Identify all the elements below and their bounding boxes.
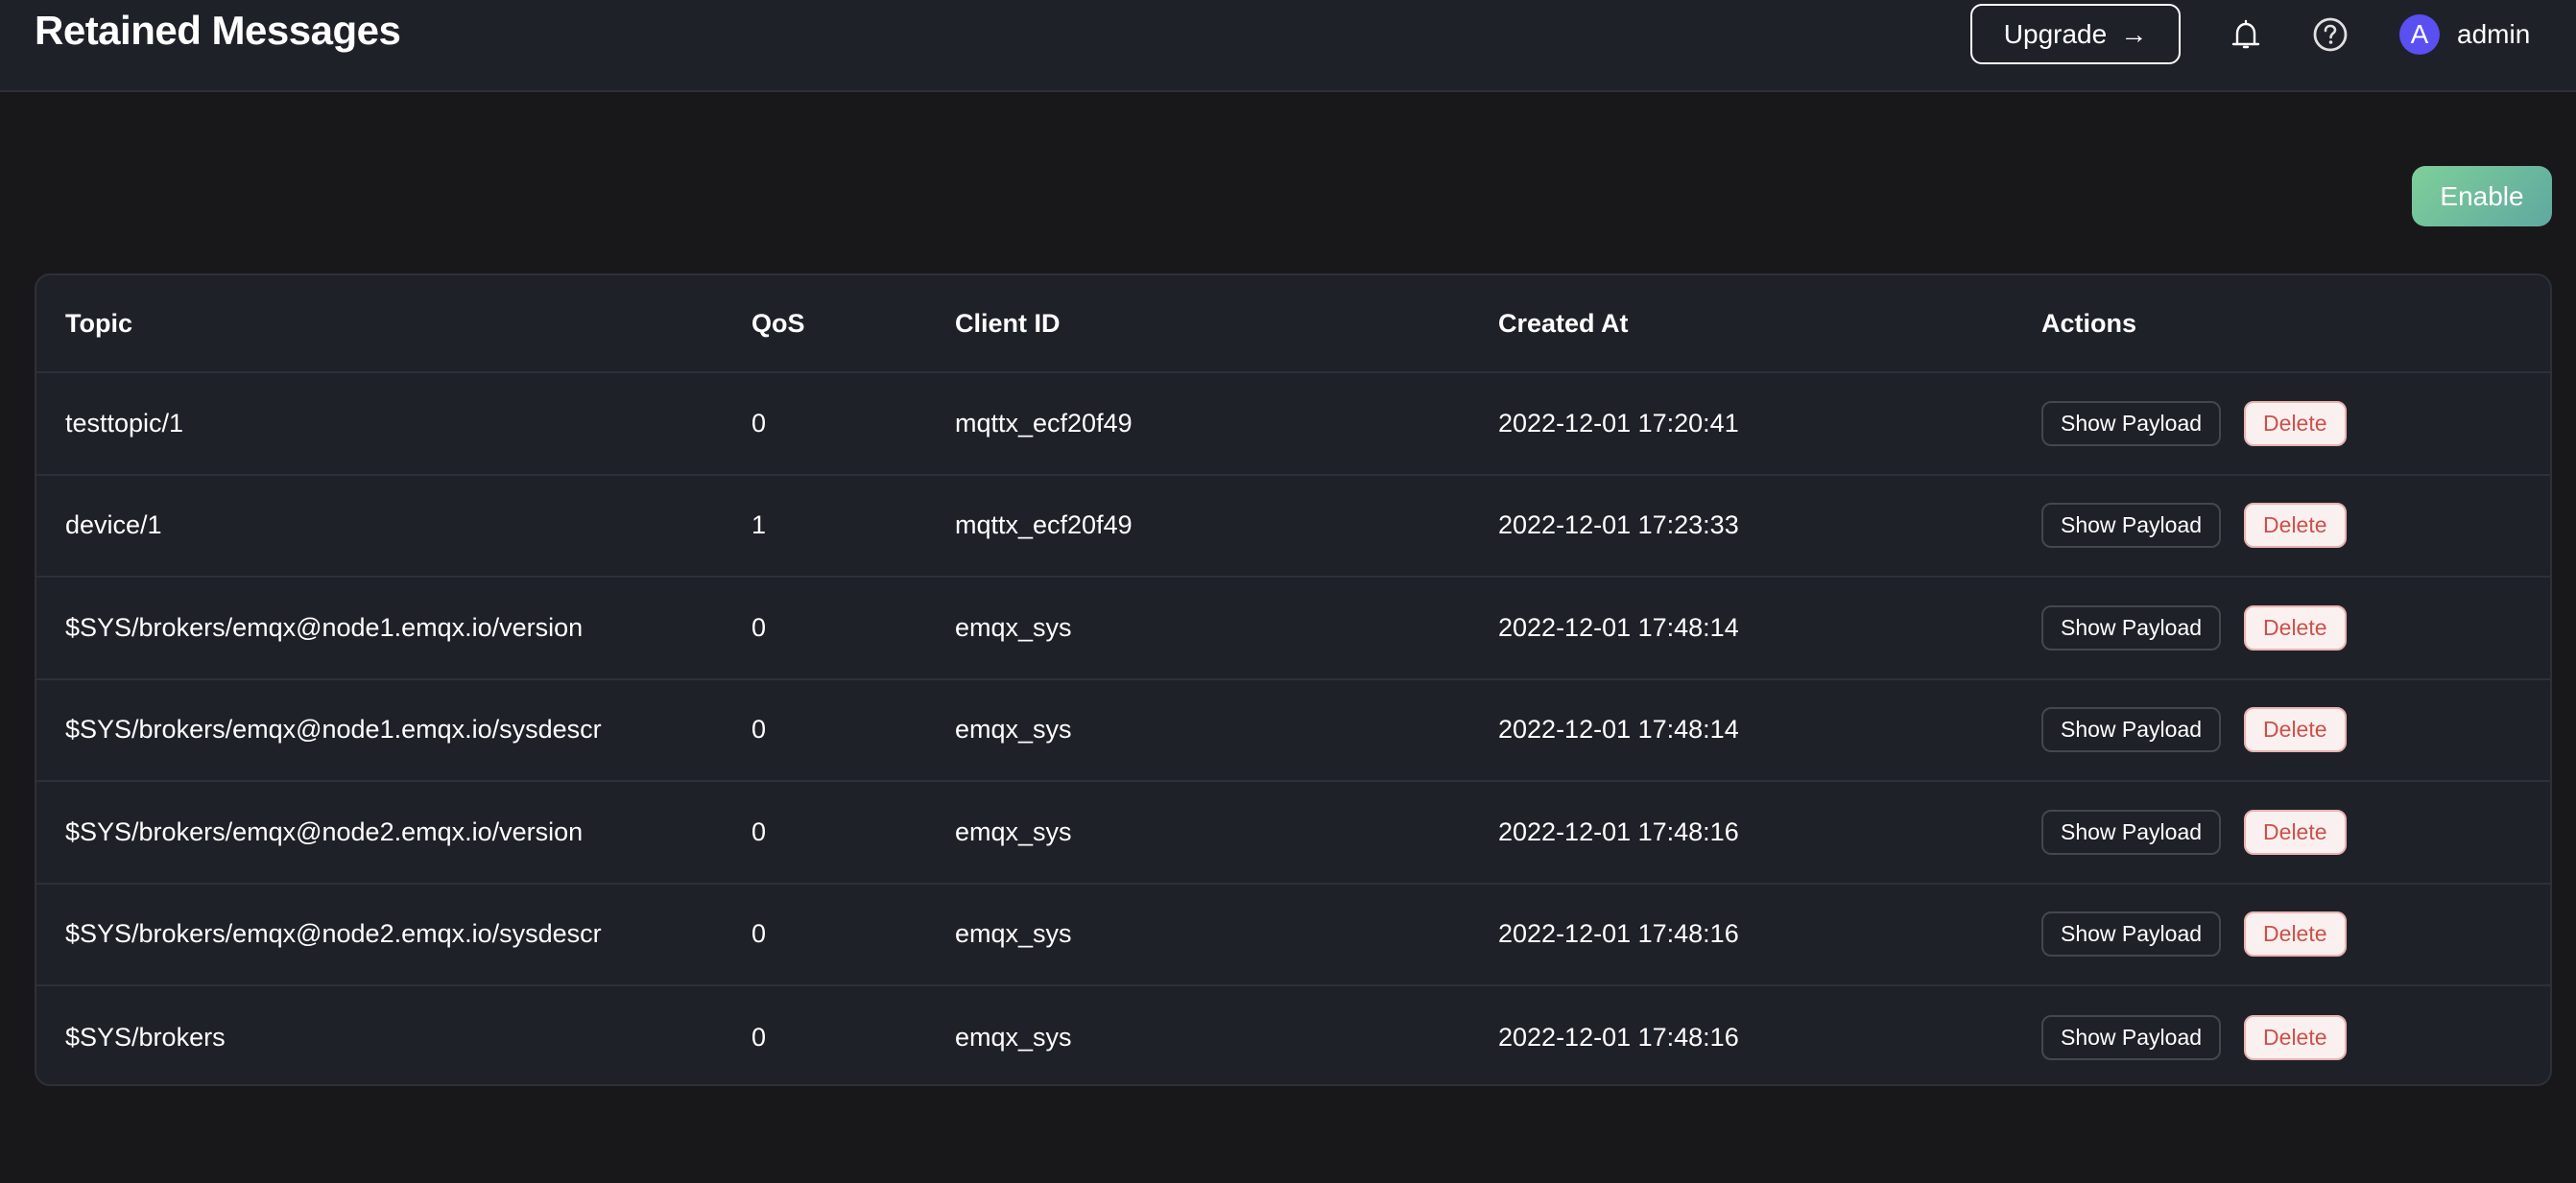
row-actions: Show Payload Delete (2041, 707, 2347, 753)
row-actions: Show Payload Delete (2041, 1014, 2347, 1060)
delete-button[interactable]: Delete (2244, 911, 2347, 958)
cell-client-id: emqx_sys (955, 919, 1072, 949)
row-actions: Show Payload Delete (2041, 400, 2347, 446)
show-payload-button[interactable]: Show Payload (2041, 400, 2222, 446)
bell-icon[interactable] (2227, 15, 2265, 54)
cell-client-id: emqx_sys (955, 715, 1072, 745)
show-payload-button[interactable]: Show Payload (2041, 809, 2222, 855)
arrow-right-icon: → (2120, 18, 2148, 49)
enable-button[interactable]: Enable (2412, 166, 2552, 226)
cell-qos: 0 (751, 612, 767, 642)
avatar: A (2399, 14, 2440, 55)
row-actions: Show Payload Delete (2041, 911, 2347, 958)
cell-created-at: 2022-12-01 17:48:16 (1498, 816, 1739, 846)
table-row: $SYS/brokers/emqx@node2.emqx.io/version … (36, 782, 2550, 885)
page-title: Retained Messages (35, 8, 401, 53)
table-row: device/1 1 mqttx_ecf20f49 2022-12-01 17:… (36, 476, 2550, 578)
cell-client-id: mqttx_ecf20f49 (955, 408, 1133, 438)
cell-created-at: 2022-12-01 17:48:14 (1498, 715, 1739, 745)
delete-button[interactable]: Delete (2244, 604, 2347, 651)
row-actions: Show Payload Delete (2041, 503, 2347, 549)
cell-qos: 0 (751, 919, 767, 949)
top-bar: Retained Messages Upgrade → A admin (0, 0, 2576, 92)
cell-qos: 0 (751, 1022, 767, 1052)
delete-button[interactable]: Delete (2244, 809, 2347, 855)
cell-created-at: 2022-12-01 17:23:33 (1498, 510, 1739, 540)
username: admin (2457, 19, 2531, 49)
show-payload-button[interactable]: Show Payload (2041, 707, 2222, 753)
row-actions: Show Payload Delete (2041, 604, 2347, 651)
cell-created-at: 2022-12-01 17:48:16 (1498, 1022, 1739, 1052)
upgrade-label: Upgrade (2003, 18, 2108, 49)
cell-client-id: emqx_sys (955, 1022, 1072, 1052)
cell-client-id: emqx_sys (955, 612, 1072, 642)
cell-qos: 0 (751, 715, 767, 745)
cell-topic: $SYS/brokers/emqx@node2.emqx.io/version (65, 816, 584, 846)
column-header-created-at: Created At (1498, 308, 1629, 338)
cell-topic: $SYS/brokers/emqx@node2.emqx.io/sysdescr (65, 919, 602, 949)
delete-button[interactable]: Delete (2244, 1014, 2347, 1060)
show-payload-button[interactable]: Show Payload (2041, 604, 2222, 651)
cell-topic: $SYS/brokers (65, 1022, 226, 1052)
table-row: $SYS/brokers/emqx@node1.emqx.io/sysdescr… (36, 680, 2550, 782)
cell-created-at: 2022-12-01 17:48:16 (1498, 919, 1739, 949)
cell-qos: 0 (751, 816, 767, 846)
table-row: testtopic/1 0 mqttx_ecf20f49 2022-12-01 … (36, 373, 2550, 476)
cell-topic: $SYS/brokers/emqx@node1.emqx.io/version (65, 612, 584, 642)
show-payload-button[interactable]: Show Payload (2041, 503, 2222, 549)
table-row: $SYS/brokers 0 emqx_sys 2022-12-01 17:48… (36, 986, 2550, 1084)
column-header-client-id: Client ID (955, 308, 1061, 338)
cell-qos: 1 (751, 510, 767, 540)
show-payload-button[interactable]: Show Payload (2041, 911, 2222, 958)
cell-created-at: 2022-12-01 17:48:14 (1498, 612, 1739, 642)
table-row: $SYS/brokers/emqx@node1.emqx.io/version … (36, 578, 2550, 680)
delete-button[interactable]: Delete (2244, 707, 2347, 753)
cell-topic: testtopic/1 (65, 408, 184, 438)
delete-button[interactable]: Delete (2244, 400, 2347, 446)
upgrade-button[interactable]: Upgrade → (1970, 4, 2181, 64)
table-header: Topic QoS Client ID Created At Actions (36, 275, 2550, 373)
cell-client-id: mqttx_ecf20f49 (955, 510, 1133, 540)
show-payload-button[interactable]: Show Payload (2041, 1014, 2222, 1060)
cell-created-at: 2022-12-01 17:20:41 (1498, 408, 1739, 438)
retained-messages-table: Topic QoS Client ID Created At Actions t… (35, 273, 2552, 1086)
column-header-qos: QoS (751, 308, 805, 338)
table-row: $SYS/brokers/emqx@node2.emqx.io/sysdescr… (36, 885, 2550, 986)
row-actions: Show Payload Delete (2041, 809, 2347, 855)
cell-topic: $SYS/brokers/emqx@node1.emqx.io/sysdescr (65, 715, 602, 745)
column-header-topic: Topic (65, 308, 132, 338)
cell-qos: 0 (751, 408, 767, 438)
delete-button[interactable]: Delete (2244, 503, 2347, 549)
cell-client-id: emqx_sys (955, 816, 1072, 846)
help-circle-icon[interactable] (2311, 15, 2349, 54)
column-header-actions: Actions (2041, 308, 2137, 338)
user-menu[interactable]: A admin (2399, 13, 2530, 56)
cell-topic: device/1 (65, 510, 162, 540)
